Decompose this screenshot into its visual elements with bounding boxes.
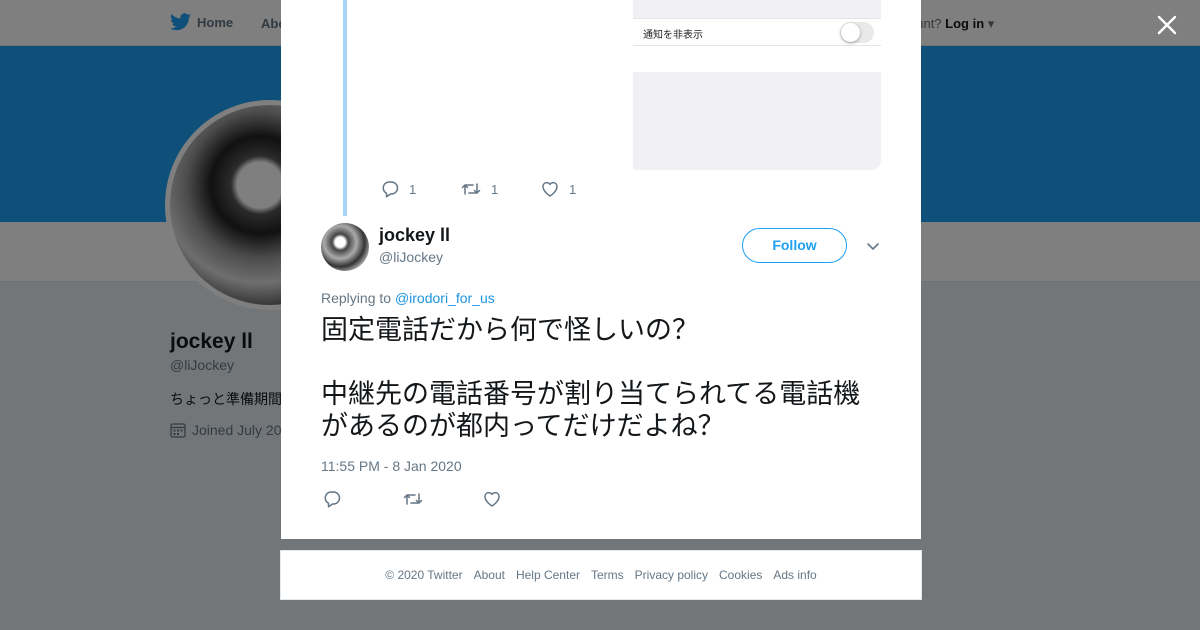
replying-to: Replying to @irodori_for_us	[321, 290, 495, 306]
footer-copyright: © 2020 Twitter	[385, 568, 463, 582]
image-toggle-switch	[840, 22, 874, 43]
image-toggle-knob	[841, 23, 860, 42]
tweet-text-line: 中継先の電話番号が割り当てられてる電話機	[321, 379, 861, 410]
follow-button[interactable]: Follow	[742, 228, 847, 263]
tweet-text-line: 固定電話だから何で怪しいの？	[321, 315, 699, 346]
reply-icon	[324, 491, 341, 508]
image-settings-row: 通知を非表示	[633, 18, 881, 46]
chevron-down-icon	[867, 243, 879, 250]
image-separator	[633, 46, 881, 72]
reply-icon	[382, 181, 399, 198]
footer-link-about[interactable]: About	[474, 568, 505, 582]
retweet-button[interactable]	[403, 490, 483, 508]
like-button[interactable]	[483, 490, 563, 508]
footer-link-privacy[interactable]: Privacy policy	[635, 568, 708, 582]
parent-tweet-actions: 1 1 1	[381, 180, 621, 198]
retweet-icon	[403, 493, 423, 505]
modal-footer: © 2020 Twitter About Help Center Terms P…	[280, 550, 922, 600]
author-avatar[interactable]	[321, 223, 369, 271]
heart-icon	[542, 181, 558, 197]
tweet-actions	[323, 490, 563, 508]
parent-tweet-image[interactable]: 通知を非表示	[633, 0, 881, 170]
footer-link-cookies[interactable]: Cookies	[719, 568, 762, 582]
image-toggle-label: 通知を非表示	[643, 30, 703, 41]
conversation-thread-line	[343, 0, 347, 216]
author-name[interactable]: jockey ll	[379, 225, 450, 246]
tweet-text-spacer	[321, 347, 891, 379]
footer-link-ads-info[interactable]: Ads info	[773, 568, 816, 582]
reply-button[interactable]	[323, 490, 403, 508]
parent-like-button[interactable]: 1	[541, 180, 621, 198]
tweet-text: 固定電話だから何で怪しいの？ 中継先の電話番号が割り当てられてる電話機 があるの…	[321, 315, 891, 443]
replying-prefix: Replying to	[321, 290, 392, 306]
close-icon	[1157, 15, 1177, 35]
replying-to-link[interactable]: @irodori_for_us	[395, 290, 495, 306]
tweet-permalink-modal: 通知を非表示 1 1 1 jockey ll @liJockey Follow …	[281, 0, 921, 539]
parent-reply-button[interactable]: 1	[381, 180, 461, 198]
parent-retweet-button[interactable]: 1	[461, 180, 541, 198]
footer-link-help-center[interactable]: Help Center	[516, 568, 580, 582]
close-modal-button[interactable]	[1154, 12, 1180, 38]
heart-icon	[484, 491, 500, 507]
retweet-icon	[461, 183, 481, 195]
parent-retweet-count: 1	[491, 181, 499, 197]
author-handle[interactable]: @liJockey	[379, 249, 443, 265]
footer-link-terms[interactable]: Terms	[591, 568, 624, 582]
tweet-text-line: があるのが都内ってだけだよね？	[321, 411, 725, 442]
parent-like-count: 1	[569, 181, 577, 197]
more-options-button[interactable]	[865, 238, 881, 254]
tweet-timestamp[interactable]: 11:55 PM - 8 Jan 2020	[321, 458, 462, 474]
parent-reply-count: 1	[409, 181, 417, 197]
